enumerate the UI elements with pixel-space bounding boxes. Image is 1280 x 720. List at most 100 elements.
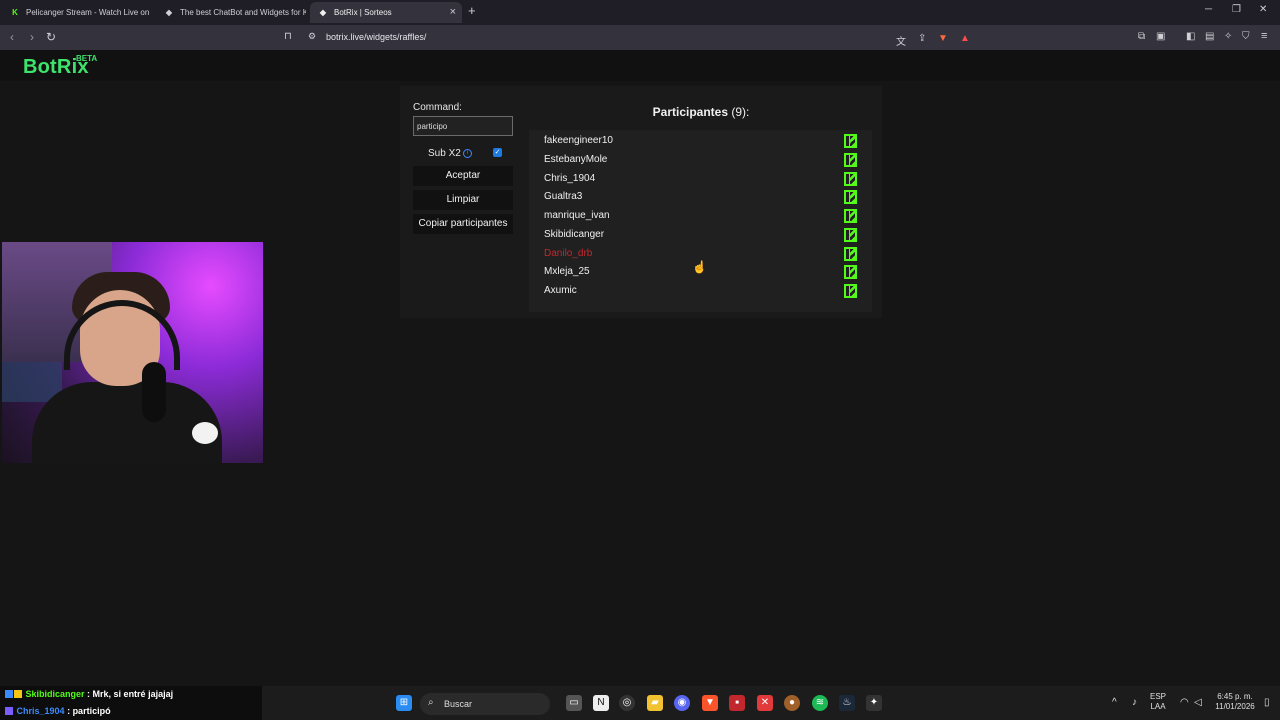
participant-name: EstebanyMole <box>544 153 608 165</box>
taskbar-search[interactable]: ⌕ Buscar <box>420 693 550 715</box>
discord-icon[interactable]: ◉ <box>674 695 690 711</box>
chat-separator: : <box>64 706 73 716</box>
info-icon[interactable]: i <box>463 149 472 158</box>
task-view-icon[interactable]: ▭ <box>566 695 582 711</box>
file-explorer-icon[interactable]: ▰ <box>647 695 663 711</box>
close-tab-icon[interactable]: × <box>450 6 456 18</box>
tab-kick-stream[interactable]: K Pelicanger Stream - Watch Live on Ki <box>2 2 150 23</box>
microphone-icon <box>142 362 166 422</box>
tab-title: The best ChatBot and Widgets for Ki <box>180 8 306 17</box>
chat-message: Chris_1904 : participó <box>5 706 111 716</box>
screenshot-icon[interactable]: ▣ <box>1156 31 1165 42</box>
app-icon[interactable]: ■ <box>729 695 745 711</box>
chat-message: Skibidicanger : Mrk, si entré jajajaj <box>5 689 173 699</box>
participant-row[interactable]: Gualtra3 <box>529 188 872 207</box>
reload-icon[interactable]: ↻ <box>46 30 56 44</box>
windows-taskbar: ⊞ ⌕ Buscar ▭ N ◎ ▰ ◉ ▼ ■ ✕ ● ≋ ♨ ✦ ^ ♪ E… <box>262 686 1280 720</box>
extensions-icon[interactable]: ⧉ <box>1138 31 1145 42</box>
site-info-icon[interactable]: ⚙ <box>308 31 316 42</box>
minimize-icon[interactable]: ─ <box>1205 4 1212 15</box>
brave-shield-icon[interactable]: ▼ <box>938 33 948 44</box>
kick-icon <box>844 246 857 261</box>
notion-icon[interactable]: N <box>593 695 609 711</box>
obs-icon[interactable]: ◎ <box>619 695 635 711</box>
botrix-favicon-icon: ◆ <box>165 8 173 17</box>
windows-start-icon[interactable]: ⊞ <box>396 695 412 711</box>
accept-button[interactable]: Aceptar <box>413 166 513 186</box>
close-window-icon[interactable]: ✕ <box>1259 4 1267 15</box>
participant-row[interactable]: Axumic <box>529 282 872 301</box>
brave-rewards-icon[interactable]: ▲ <box>960 33 970 44</box>
show-hidden-icons-icon[interactable]: ^ <box>1112 697 1117 708</box>
volume-icon[interactable]: ◁ <box>1194 697 1202 708</box>
participant-row[interactable]: Skibidicanger <box>529 226 872 245</box>
participant-row[interactable]: manrique_ivan <box>529 207 872 226</box>
participants-title: Participantes <box>652 105 729 119</box>
subscriber-badge-icon <box>5 690 13 698</box>
clear-button[interactable]: Limpiar <box>413 190 513 210</box>
participant-name: fakeengineer10 <box>544 135 613 146</box>
browser-toolbar: ‹ › ↻ ⊓ ⚙ botrix.live/widgets/raffles/ 文… <box>0 25 1280 50</box>
clock-time: 6:45 p. m. <box>1217 692 1253 701</box>
tab-botrix-raffles[interactable]: ◆ BotRix | Sorteos × <box>310 2 462 23</box>
address-bar[interactable]: ⊓ ⚙ botrix.live/widgets/raffles/ 文 ⇪ ▼ ▲ <box>278 27 978 48</box>
participants-list: fakeengineer10 EstebanyMole Chris_1904 G… <box>529 130 872 312</box>
language-indicator[interactable]: ESP LAA <box>1150 692 1166 712</box>
kick-icon <box>844 284 857 298</box>
kick-icon <box>844 134 857 148</box>
tab-title: Pelicanger Stream - Watch Live on Ki <box>26 8 150 17</box>
wifi-icon[interactable]: ◠ <box>1180 697 1189 708</box>
clock[interactable]: 6:45 p. m. 11/01/2026 <box>1212 692 1258 712</box>
site-header: BotRix BETA <box>0 50 1280 81</box>
vpn-shield-icon[interactable]: ⛉ <box>1242 31 1250 42</box>
new-tab-icon[interactable]: + <box>468 3 476 18</box>
participant-name: Gualtra3 <box>544 191 583 203</box>
wallet-icon[interactable]: ▤ <box>1205 31 1214 42</box>
command-input[interactable] <box>413 116 513 136</box>
kick-icon <box>844 152 857 167</box>
bookmark-icon[interactable]: ⊓ <box>284 31 292 42</box>
leo-ai-icon[interactable]: ✧ <box>1224 31 1232 42</box>
chat-separator: : <box>84 689 93 699</box>
notification-icon[interactable]: ▯ <box>1264 697 1270 708</box>
kick-icon <box>844 209 857 223</box>
chat-username: Skibidicanger <box>25 689 85 699</box>
participant-name: Chris_1904 <box>544 172 596 184</box>
translate-icon[interactable]: 文 <box>896 33 906 48</box>
participant-row[interactable]: fakeengineer10 <box>529 132 872 151</box>
sidebar-icon[interactable]: ◧ <box>1186 31 1195 42</box>
steam-icon[interactable]: ♨ <box>839 695 855 711</box>
webcam-person-body <box>32 382 222 463</box>
sub-x2-checkbox[interactable]: ✓ <box>493 148 502 157</box>
pinned-app-icon[interactable]: ✦ <box>866 695 882 711</box>
participants-count: (9): <box>731 105 750 119</box>
url-text[interactable]: botrix.live/widgets/raffles/ <box>326 32 426 42</box>
streamer-app-icon[interactable]: ● <box>784 695 800 711</box>
duck-plush-icon <box>192 422 218 444</box>
tab-title: BotRix | Sorteos <box>334 8 392 17</box>
forward-icon[interactable]: › <box>30 30 34 44</box>
chat-username: Chris_1904 <box>16 706 65 716</box>
maximize-icon[interactable]: ❐ <box>1232 4 1241 15</box>
spotify-icon[interactable]: ≋ <box>812 695 828 711</box>
participant-name: Mxleja_25 <box>544 266 590 278</box>
menu-icon[interactable]: ≡ <box>1261 30 1267 42</box>
tab-botrix-home[interactable]: ◆ The best ChatBot and Widgets for Ki <box>156 2 306 23</box>
gift-badge-icon <box>14 690 22 698</box>
share-icon[interactable]: ⇪ <box>918 33 926 44</box>
participant-row[interactable]: Chris_1904 <box>529 170 872 189</box>
webcam-overlay <box>2 242 263 463</box>
kick-icon <box>844 265 857 280</box>
language-code: ESP <box>1150 692 1167 701</box>
participant-name-removed: Danilo_drb <box>544 247 593 259</box>
x-app-icon[interactable]: ✕ <box>757 695 773 711</box>
back-icon[interactable]: ‹ <box>10 30 14 44</box>
browser-tab-strip: K Pelicanger Stream - Watch Live on Ki ◆… <box>0 0 1280 25</box>
microphone-tray-icon[interactable]: ♪ <box>1132 697 1137 708</box>
command-label: Command: <box>413 102 462 113</box>
brave-icon[interactable]: ▼ <box>702 695 718 711</box>
botrix-favicon-icon: ◆ <box>319 8 327 17</box>
participants-heading: Participantes (9): <box>530 105 872 119</box>
participant-row[interactable]: EstebanyMole <box>529 151 872 170</box>
copy-participants-button[interactable]: Copiar participantes <box>413 214 513 234</box>
